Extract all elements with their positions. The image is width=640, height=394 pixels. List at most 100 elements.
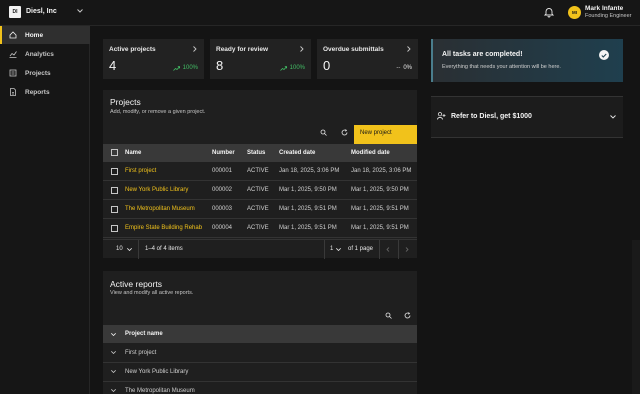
column-header-modified[interactable]: Modified date xyxy=(351,150,390,156)
card-title: Ready for review xyxy=(216,46,269,53)
sidebar-item-projects[interactable]: Projects xyxy=(0,64,90,82)
reports-icon xyxy=(10,88,16,96)
chevron-down-icon[interactable] xyxy=(111,389,116,392)
scrollbar[interactable] xyxy=(632,240,640,394)
project-number: 000003 xyxy=(212,206,233,212)
page-total: of 1 page xyxy=(348,246,374,252)
project-created: Mar 1, 2025, 9:51 PM xyxy=(279,225,337,231)
project-status: ACTIVE xyxy=(247,168,269,174)
project-created: Mar 1, 2025, 9:50 PM xyxy=(279,187,337,193)
user-role: Founding Engineer xyxy=(585,13,632,19)
row-checkbox[interactable] xyxy=(111,225,118,232)
table-row[interactable]: Empire State Building Rehab 000004 ACTIV… xyxy=(103,219,417,238)
projects-icon xyxy=(9,69,17,77)
column-header-status[interactable]: Status xyxy=(247,150,265,156)
card-value: 4 xyxy=(109,58,117,73)
new-project-button[interactable]: New project xyxy=(354,125,417,144)
sidebar-item-label: Analytics xyxy=(25,50,54,58)
project-name-link[interactable]: New York Public Library xyxy=(125,187,188,193)
next-page-icon[interactable] xyxy=(405,247,409,252)
user-add-icon xyxy=(437,112,446,120)
page-select[interactable]: 1 xyxy=(330,246,333,252)
row-checkbox[interactable] xyxy=(111,168,118,175)
card-overdue-submittals[interactable]: Overdue submittals 0 -- 0% xyxy=(317,39,418,79)
reports-title: Active reports xyxy=(110,279,162,289)
search-icon[interactable] xyxy=(320,129,327,136)
notification-bell-icon[interactable] xyxy=(543,6,555,18)
chevron-down-icon[interactable] xyxy=(77,9,83,13)
projects-subtitle: Add, modify, or remove a given project. xyxy=(110,109,206,115)
project-status: ACTIVE xyxy=(247,187,269,193)
table-row[interactable]: The Metropolitan Museum 000003 ACTIVE Ma… xyxy=(103,200,417,219)
chevron-down-icon[interactable] xyxy=(127,248,132,251)
sidebar-item-analytics[interactable]: Analytics xyxy=(0,45,90,63)
table-row[interactable]: First project 000001 ACTIVE Jan 18, 2025… xyxy=(103,162,417,181)
row-checkbox[interactable] xyxy=(111,187,118,194)
project-name-link[interactable]: The Metropolitan Museum xyxy=(125,206,195,212)
org-name[interactable]: Diesl, Inc xyxy=(26,8,57,15)
refresh-icon[interactable] xyxy=(341,129,348,136)
list-item[interactable]: New York Public Library xyxy=(103,363,417,382)
chevron-down-icon[interactable] xyxy=(610,115,616,119)
select-all-checkbox[interactable] xyxy=(111,149,118,156)
trend-value: 100% xyxy=(182,65,198,71)
project-name-link[interactable]: First project xyxy=(125,168,156,174)
refer-label[interactable]: Refer to Diesl, get $1000 xyxy=(451,113,532,120)
expand-all-icon[interactable] xyxy=(111,333,116,336)
card-trend: -- 0% xyxy=(396,65,412,71)
sidebar-item-home[interactable]: Home xyxy=(0,26,90,44)
trend-up-icon xyxy=(172,65,180,71)
page-size-select[interactable]: 10 xyxy=(116,246,123,252)
previous-page-icon[interactable] xyxy=(386,247,390,252)
list-item[interactable]: First project xyxy=(103,344,417,363)
trend-value: 100% xyxy=(289,65,305,71)
chevron-right-icon xyxy=(193,46,197,52)
sidebar-item-label: Reports xyxy=(25,88,50,96)
column-header-created[interactable]: Created date xyxy=(279,150,315,156)
checkmark-icon xyxy=(599,50,609,60)
trend-value: 0% xyxy=(403,65,412,71)
sidebar-item-label: Home xyxy=(25,31,44,39)
card-ready-for-review[interactable]: Ready for review 8 100% xyxy=(210,39,311,79)
search-icon[interactable] xyxy=(385,312,392,319)
column-header-project-name[interactable]: Project name xyxy=(125,331,163,337)
card-value: 8 xyxy=(216,58,224,73)
analytics-icon xyxy=(9,51,17,58)
project-modified: Jan 18, 2025, 3:06 PM xyxy=(351,168,412,174)
sidebar: Home Analytics Projects Reports xyxy=(0,26,90,394)
project-name-link[interactable]: Empire State Building Rehab xyxy=(125,225,202,231)
table-row[interactable]: New York Public Library 000002 ACTIVE Ma… xyxy=(103,181,417,200)
notification-title: All tasks are completed! xyxy=(442,51,523,58)
avatar[interactable]: MI xyxy=(568,6,581,19)
sidebar-item-label: Projects xyxy=(25,69,51,77)
projects-title: Projects xyxy=(110,97,141,107)
project-number: 000001 xyxy=(212,168,233,174)
notification-body: Everything that needs your attention wil… xyxy=(442,64,561,70)
report-project-name: First project xyxy=(125,350,157,356)
project-status: ACTIVE xyxy=(247,225,269,231)
project-modified: Mar 1, 2025, 9:50 PM xyxy=(351,187,409,193)
list-item[interactable]: The Metropolitan Museum xyxy=(103,382,417,394)
report-project-name: The Metropolitan Museum xyxy=(125,388,195,394)
card-trend: 100% xyxy=(279,65,305,71)
org-logo[interactable]: DI xyxy=(9,6,21,18)
refresh-icon[interactable] xyxy=(404,312,411,319)
chevron-right-icon xyxy=(300,46,304,52)
card-trend: 100% xyxy=(172,65,198,71)
card-active-projects[interactable]: Active projects 4 100% xyxy=(103,39,204,79)
project-created: Mar 1, 2025, 9:51 PM xyxy=(279,206,337,212)
reports-table-header: Project name xyxy=(103,325,417,343)
item-range: 1–4 of 4 items xyxy=(145,246,183,252)
project-status: ACTIVE xyxy=(247,206,269,212)
column-header-name[interactable]: Name xyxy=(125,150,141,156)
project-modified: Mar 1, 2025, 9:51 PM xyxy=(351,225,409,231)
chevron-down-icon[interactable] xyxy=(111,351,116,354)
project-number: 000002 xyxy=(212,187,233,193)
chevron-down-icon[interactable] xyxy=(111,370,116,373)
row-checkbox[interactable] xyxy=(111,206,118,213)
chevron-right-icon xyxy=(407,46,411,52)
column-header-number[interactable]: Number xyxy=(212,150,235,156)
sidebar-item-reports[interactable]: Reports xyxy=(0,83,90,101)
card-title: Active projects xyxy=(109,46,156,53)
chevron-down-icon[interactable] xyxy=(336,248,341,251)
